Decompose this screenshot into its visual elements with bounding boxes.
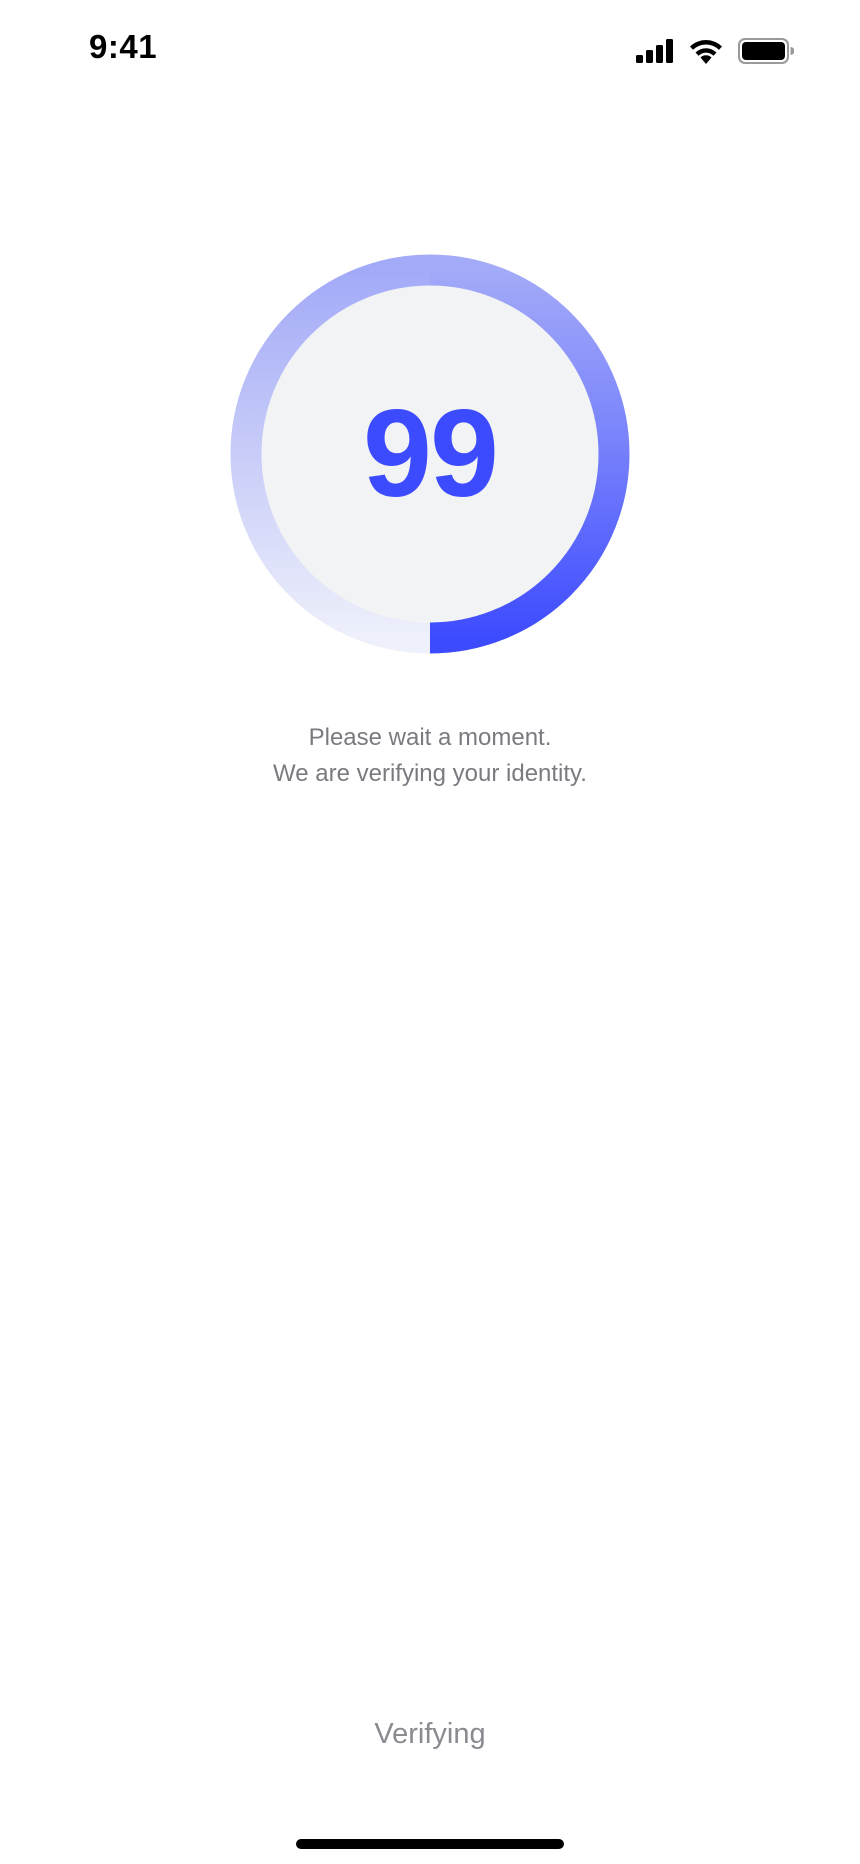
verifying-label: Verifying [374, 1718, 486, 1750]
status-time: 9:41 [89, 28, 158, 65]
battery-icon [738, 38, 794, 64]
status-message: Please wait a moment. We are verifying y… [0, 720, 860, 792]
message-line-1: Please wait a moment. [308, 724, 552, 751]
progress-ring: 99 [229, 253, 631, 655]
status-bar: 9:41 [0, 0, 860, 100]
home-indicator[interactable] [296, 1839, 564, 1849]
wifi-icon [690, 40, 722, 64]
cellular-signal-icon [636, 39, 673, 63]
progress-value: 99 [363, 385, 499, 523]
status-icons [636, 34, 794, 68]
message-line-2: We are verifying your identity. [273, 760, 587, 787]
